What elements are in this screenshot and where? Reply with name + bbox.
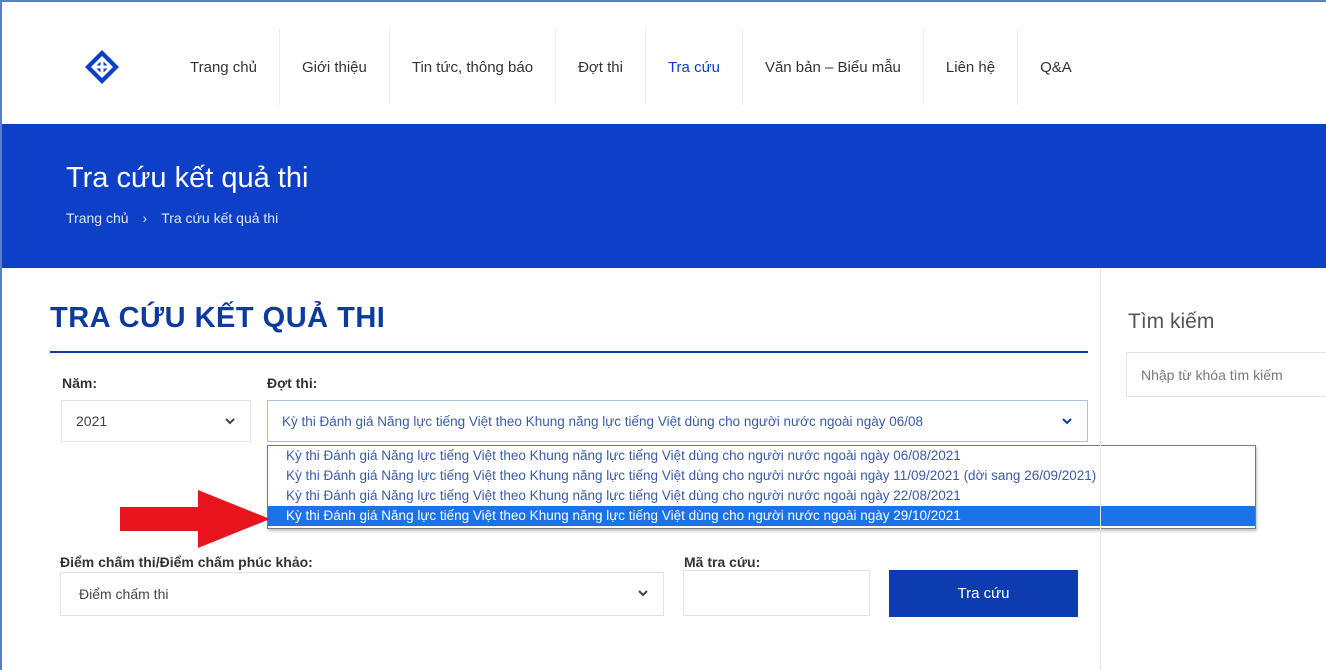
nav-item-exam-sessions[interactable]: Đợt thi — [556, 29, 646, 105]
breadcrumb-home[interactable]: Trang chủ — [66, 210, 129, 226]
site-header: Trang chủ Giới thiệu Tin tức, thông báo … — [2, 2, 1326, 124]
exam-option[interactable]: Kỳ thi Đánh giá Năng lực tiếng Việt theo… — [268, 466, 1255, 486]
breadcrumb-current: Tra cứu kết quả thi — [161, 210, 279, 226]
sidebar-divider — [1100, 268, 1101, 670]
exam-option[interactable]: Kỳ thi Đánh giá Năng lực tiếng Việt theo… — [268, 446, 1255, 466]
lookup-code-label: Mã tra cứu: — [684, 554, 761, 570]
chevron-down-icon — [1062, 418, 1072, 425]
nav-item-lookup[interactable]: Tra cứu — [646, 29, 743, 105]
exam-option[interactable]: Kỳ thi Đánh giá Năng lực tiếng Việt theo… — [268, 486, 1255, 506]
red-arrow-icon — [120, 490, 270, 548]
sidebar-search-input[interactable]: Nhập từ khóa tìm kiếm — [1126, 352, 1326, 397]
exam-dropdown-list: Kỳ thi Đánh giá Năng lực tiếng Việt theo… — [267, 445, 1256, 529]
exam-label: Đợt thi: — [267, 375, 318, 391]
browser-frame: Trang chủ Giới thiệu Tin tức, thông báo … — [0, 0, 1326, 670]
page-title: Tra cứu kết quả thi — [66, 162, 309, 194]
year-select[interactable]: 2021 — [61, 400, 251, 442]
search-placeholder: Nhập từ khóa tìm kiếm — [1141, 366, 1283, 383]
nav-item-about[interactable]: Giới thiệu — [280, 29, 390, 105]
year-select-value: 2021 — [76, 413, 108, 429]
nav-item-documents[interactable]: Văn bản – Biểu mẫu — [743, 29, 924, 105]
nav-item-home[interactable]: Trang chủ — [168, 29, 280, 105]
exam-select-value: Kỳ thi Đánh giá Năng lực tiếng Việt theo… — [282, 413, 924, 429]
nav-item-contact[interactable]: Liên hệ — [924, 29, 1019, 105]
exam-option-selected[interactable]: Kỳ thi Đánh giá Năng lực tiếng Việt theo… — [268, 506, 1255, 526]
chevron-down-icon — [225, 418, 235, 425]
page-banner: Tra cứu kết quả thi Trang chủ › Tra cứu … — [2, 124, 1326, 268]
year-label: Năm: — [62, 375, 98, 391]
section-title: TRA CỨU KẾT QUẢ THI — [50, 302, 386, 334]
nav-item-news[interactable]: Tin tức, thông báo — [390, 29, 557, 105]
logo-icon[interactable] — [84, 49, 120, 85]
chevron-down-icon — [638, 590, 648, 597]
exam-select[interactable]: Kỳ thi Đánh giá Năng lực tiếng Việt theo… — [267, 400, 1088, 442]
score-type-value: Điểm chấm thi — [79, 586, 169, 602]
lookup-button[interactable]: Tra cứu — [889, 570, 1078, 617]
score-type-label: Điểm chấm thi/Điểm chấm phúc khảo: — [60, 554, 313, 570]
main-nav: Trang chủ Giới thiệu Tin tức, thông báo … — [168, 29, 1094, 105]
sidebar-search-title: Tìm kiếm — [1128, 310, 1215, 333]
breadcrumb: Trang chủ › Tra cứu kết quả thi — [66, 210, 278, 226]
title-underline — [50, 351, 1088, 353]
nav-item-qa[interactable]: Q&A — [1018, 29, 1094, 105]
breadcrumb-separator: › — [142, 210, 148, 226]
lookup-code-input[interactable] — [683, 570, 870, 616]
score-type-select[interactable]: Điểm chấm thi — [60, 572, 664, 616]
